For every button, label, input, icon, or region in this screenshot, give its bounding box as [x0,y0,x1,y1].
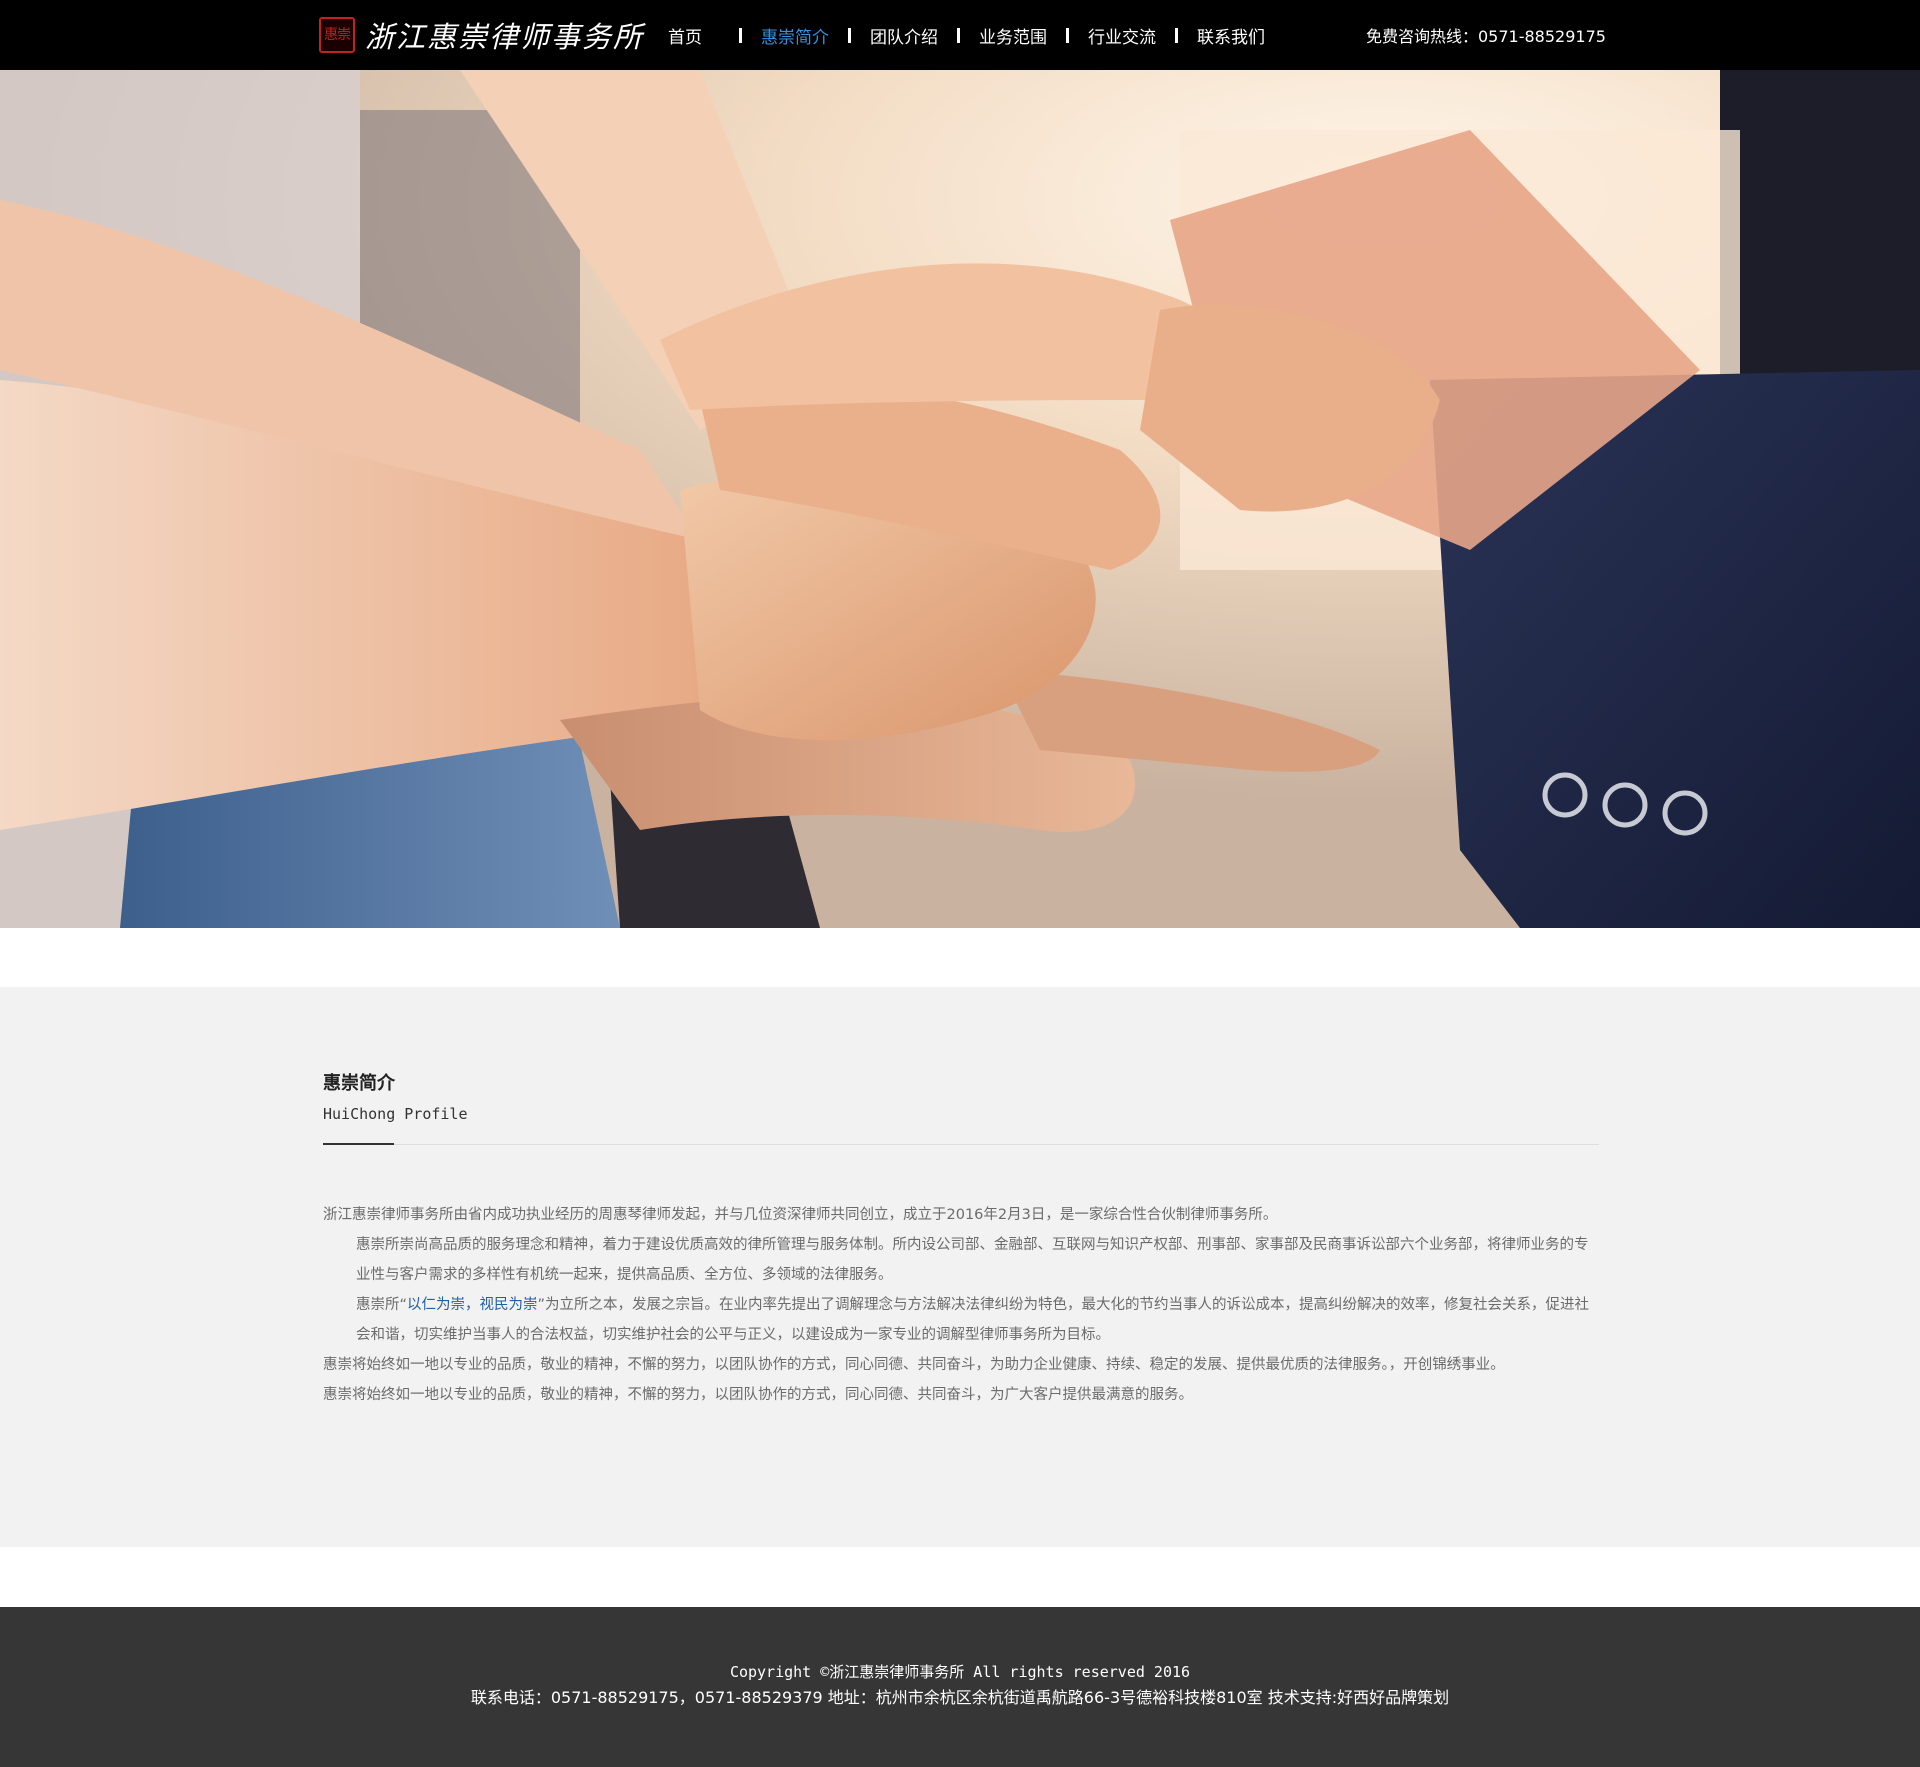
motto-highlight: 以仁为崇，视民为崇 [407,1297,538,1313]
profile-paragraph-1: 浙江惠崇律师事务所由省内成功执业经历的周惠琴律师发起，并与几位资深律师共同创立，… [323,1207,1278,1223]
top-navigation-bar: 惠崇 浙江惠崇律师事务所 首页 惠崇简介 团队介绍 业务范围 行业交流 联系我们… [0,0,1920,70]
nav-item-exchange[interactable]: 行业交流 [1088,23,1156,48]
site-logo[interactable]: 惠崇 浙江惠崇律师事务所 [319,16,644,54]
section-divider-accent [323,1143,394,1145]
nav-separator [848,27,851,43]
section-subtitle: HuiChong Profile [323,1105,468,1123]
paragraph-3-suffix: ”为立所之本，发展之宗旨。在业内率先提出了调解理念与方法解决法律纠纷为特色，最大… [356,1297,1590,1343]
hero-banner [0,70,1920,928]
footer-copyright: Copyright ©浙江惠崇律师事务所 All rights reserved… [729,1663,1191,1681]
profile-section: 惠崇简介 HuiChong Profile 浙江惠崇律师事务所由省内成功执业经历… [0,987,1920,1547]
logo-text: 浙江惠崇律师事务所 [365,20,645,54]
section-divider [323,1144,1599,1145]
logo-seal-icon: 惠崇 [319,17,355,53]
profile-paragraph-3: 惠崇所“以仁为崇，视民为崇”为立所之本，发展之宗旨。在业内率先提出了调解理念与方… [323,1290,1599,1350]
profile-paragraph-4: 惠崇将始终如一地以专业的品质，敬业的精神，不懈的努力，以团队协作的方式，同心同德… [323,1357,1505,1373]
section-title: 惠崇简介 [323,1073,395,1094]
nav-item-home[interactable]: 首页 [668,23,702,48]
nav-separator [1175,27,1178,43]
nav-separator [957,27,960,43]
profile-body: 浙江惠崇律师事务所由省内成功执业经历的周惠琴律师发起，并与几位资深律师共同创立，… [323,1200,1599,1410]
profile-paragraph-2: 惠崇所崇尚高品质的服务理念和精神，着力于建设优质高效的律所管理与服务体制。所内设… [356,1237,1589,1283]
paragraph-3-prefix: 惠崇所“ [356,1297,408,1313]
nav-separator [1066,27,1069,43]
nav-item-services[interactable]: 业务范围 [979,23,1047,48]
site-footer: Copyright ©浙江惠崇律师事务所 All rights reserved… [0,1607,1920,1767]
consult-hotline: 免费咨询热线：0571-88529175 [1366,27,1606,46]
nav-item-team[interactable]: 团队介绍 [870,23,938,48]
stacked-hands-image [0,70,1920,928]
footer-contact-info: 联系电话：0571-88529175，0571-88529379 地址：杭州市余… [470,1688,1450,1707]
nav-item-contact[interactable]: 联系我们 [1197,23,1265,48]
nav-item-profile[interactable]: 惠崇简介 [761,23,829,48]
main-nav: 首页 惠崇简介 团队介绍 业务范围 行业交流 联系我们 [668,0,1265,70]
nav-separator [739,27,742,43]
profile-paragraph-5: 惠崇将始终如一地以专业的品质，敬业的精神，不懈的努力，以团队协作的方式，同心同德… [323,1387,1193,1403]
